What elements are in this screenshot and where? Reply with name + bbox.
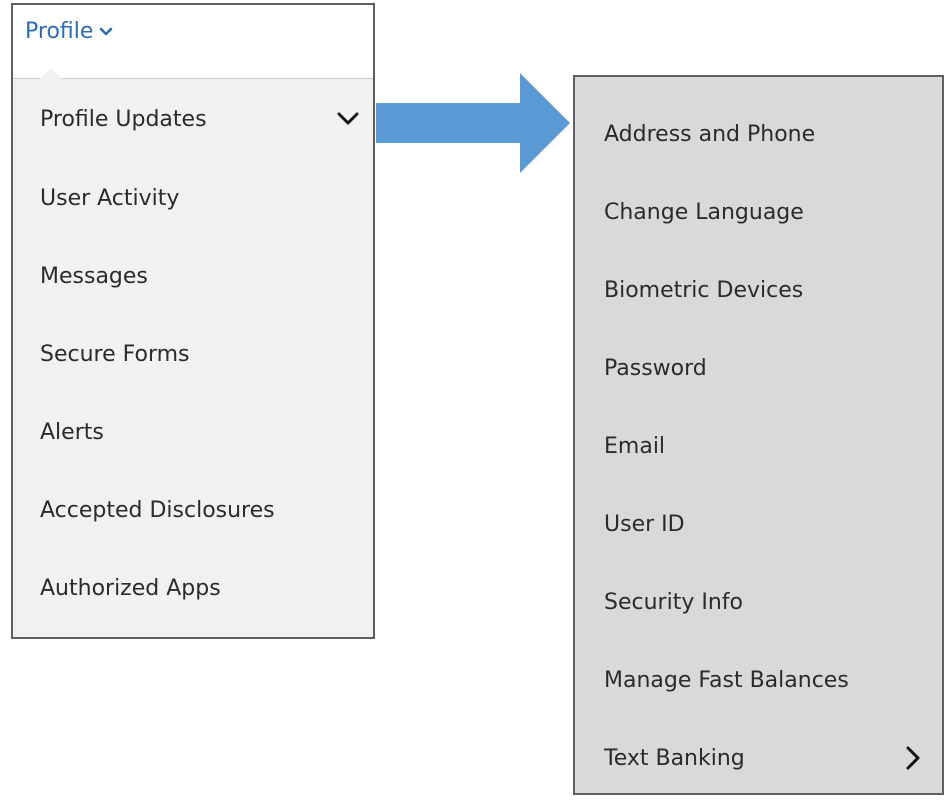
submenu-item-label: Biometric Devices <box>604 277 804 303</box>
submenu-item-change-language[interactable]: Change Language <box>575 173 942 251</box>
submenu-item-label: User ID <box>604 511 685 537</box>
menu-item-label: Profile Updates <box>40 106 207 132</box>
profile-menu-title: Profile <box>25 19 94 44</box>
submenu-item-label: Manage Fast Balances <box>604 667 849 693</box>
menu-item-label: Secure Forms <box>40 341 190 367</box>
menu-item-label: User Activity <box>40 185 180 211</box>
chevron-right-icon <box>906 746 920 770</box>
menu-item-accepted-disclosures[interactable]: Accepted Disclosures <box>13 471 373 549</box>
submenu-item-biometric-devices[interactable]: Biometric Devices <box>575 251 942 329</box>
submenu-item-label: Security Info <box>604 589 743 615</box>
profile-updates-submenu-panel: Address and Phone Change Language Biomet… <box>573 75 944 795</box>
profile-updates-submenu-list: Address and Phone Change Language Biomet… <box>575 77 942 797</box>
submenu-item-label: Change Language <box>604 199 804 225</box>
submenu-item-manage-fast-balances[interactable]: Manage Fast Balances <box>575 641 942 719</box>
submenu-item-address-and-phone[interactable]: Address and Phone <box>575 95 942 173</box>
screenshot-stage: Profile Profile Updates User Activity Me… <box>0 0 946 803</box>
menu-item-label: Alerts <box>40 419 104 445</box>
menu-item-label: Accepted Disclosures <box>40 497 275 523</box>
submenu-item-text-banking[interactable]: Text Banking <box>575 719 942 797</box>
submenu-item-security-info[interactable]: Security Info <box>575 563 942 641</box>
submenu-item-email[interactable]: Email <box>575 407 942 485</box>
submenu-item-label: Password <box>604 355 707 381</box>
menu-item-secure-forms[interactable]: Secure Forms <box>13 315 373 393</box>
chevron-down-icon <box>337 112 359 125</box>
menu-item-authorized-apps[interactable]: Authorized Apps <box>13 549 373 627</box>
submenu-item-password[interactable]: Password <box>575 329 942 407</box>
profile-menu-list: Profile Updates User Activity Messages S… <box>13 79 373 627</box>
menu-item-label: Messages <box>40 263 148 289</box>
menu-item-user-activity[interactable]: User Activity <box>13 159 373 237</box>
menu-item-label: Authorized Apps <box>40 575 221 601</box>
menu-item-alerts[interactable]: Alerts <box>13 393 373 471</box>
submenu-item-label: Email <box>604 433 666 459</box>
profile-dropdown-header: Profile <box>13 5 373 79</box>
submenu-item-label: Text Banking <box>604 745 745 771</box>
submenu-item-user-id[interactable]: User ID <box>575 485 942 563</box>
chevron-down-icon <box>100 27 113 35</box>
profile-dropdown-panel: Profile Profile Updates User Activity Me… <box>11 3 375 639</box>
profile-menu-toggle[interactable]: Profile <box>25 19 113 44</box>
menu-item-profile-updates[interactable]: Profile Updates <box>13 79 373 159</box>
menu-item-messages[interactable]: Messages <box>13 237 373 315</box>
dropdown-caret <box>39 69 63 79</box>
submenu-item-label: Address and Phone <box>604 121 816 147</box>
arrow-right-icon <box>376 73 570 173</box>
